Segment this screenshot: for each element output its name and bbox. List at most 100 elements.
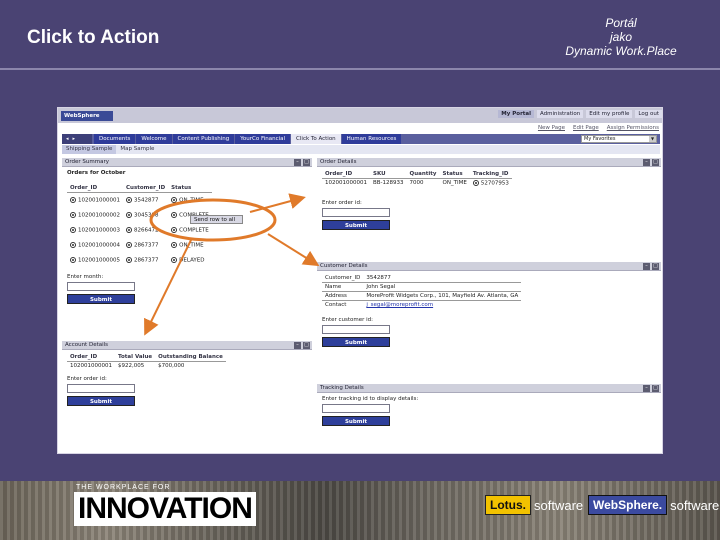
status-cell: DELAYED (179, 257, 205, 264)
table-header-row: Order_ID Customer_ID Status (67, 184, 212, 193)
tab-click-to-action[interactable]: Click To Action (291, 134, 341, 144)
action-icon[interactable] (171, 241, 178, 248)
order-id-cell: 102001000001 (78, 197, 120, 204)
table-header-row: Order_ID SKU Quantity Status Tracking_ID (322, 170, 512, 179)
email-link[interactable]: j_segal@moreprofit.com (366, 302, 433, 308)
customer-details-portlet: Customer Details – □ Customer_ID 3542877 … (317, 262, 661, 372)
customer-id-cell: 3542877 (134, 197, 159, 204)
tab-yourco-financial[interactable]: YourCo Financial (235, 134, 291, 144)
portlet-controls: – □ (643, 385, 659, 392)
action-icon[interactable] (70, 226, 76, 233)
portal-masthead: WebSphere Portal My Portal Administratio… (58, 108, 662, 129)
my-portal-link[interactable]: My Portal (498, 110, 535, 118)
edit-page-link[interactable]: Edit Page (573, 125, 599, 131)
software-label: software (670, 497, 720, 513)
portlet-controls: – □ (294, 342, 310, 349)
chevron-down-icon: ▼ (649, 136, 656, 142)
submit-button[interactable]: Submit (322, 416, 390, 426)
month-input[interactable] (67, 281, 135, 291)
customer-id-cell: 8266472 (134, 227, 159, 234)
tab-documents[interactable]: Documents (94, 134, 136, 144)
minimize-icon[interactable]: – (294, 159, 301, 166)
tab-scroll-arrows[interactable]: ◂▸ (62, 134, 92, 144)
orders-heading: Orders for October (67, 170, 126, 176)
customer-id-cell: 2867377 (134, 257, 159, 264)
action-icon[interactable] (472, 180, 479, 186)
send-row-menu-item[interactable]: Send row to all (190, 215, 243, 224)
minimize-icon[interactable]: – (643, 159, 650, 166)
minimize-icon[interactable]: – (294, 342, 301, 349)
tab-welcome[interactable]: Welcome (136, 134, 172, 144)
order-id-input[interactable] (322, 207, 390, 217)
column-header: Outstanding Balance (155, 353, 226, 362)
action-icon[interactable] (70, 241, 76, 248)
maximize-icon[interactable]: □ (303, 342, 310, 349)
submit-button[interactable]: Submit (67, 293, 135, 304)
table-row: Customer_ID 3542877 (322, 274, 522, 283)
submit-button[interactable]: Submit (322, 219, 390, 230)
sub-tab-bar: Shipping Sample Map Sample (62, 145, 660, 154)
action-icon[interactable] (126, 197, 132, 203)
subtab-shipping-sample[interactable]: Shipping Sample (62, 145, 117, 154)
tab-human-resources[interactable]: Human Resources (341, 134, 402, 144)
table-header-row: Order_ID Total Value Outstanding Balance (67, 353, 226, 362)
table-row: 102001000001 BB-128933 7000 ON_TIME 5270… (322, 179, 512, 188)
action-icon[interactable] (171, 211, 178, 218)
action-icon[interactable] (70, 256, 76, 263)
tab-content-publishing[interactable]: Content Publishing (172, 134, 235, 144)
maximize-icon[interactable]: □ (652, 159, 659, 166)
action-icon[interactable] (70, 197, 76, 203)
subtab-map-sample[interactable]: Map Sample (116, 145, 158, 154)
action-icon[interactable] (126, 211, 132, 218)
maximize-icon[interactable]: □ (303, 159, 310, 166)
log-out-link[interactable]: Log out (635, 110, 662, 118)
field-name-cell: Address (325, 293, 347, 299)
order-id-cell: 102001000004 (78, 242, 120, 249)
action-icon[interactable] (171, 197, 178, 203)
portlet-header: Order Summary – □ (62, 158, 312, 167)
customer-id-input[interactable] (322, 325, 390, 334)
action-icon[interactable] (171, 226, 178, 233)
logo-sub-text: Portal (64, 123, 80, 129)
maximize-icon[interactable]: □ (652, 263, 659, 270)
administration-link[interactable]: Administration (537, 110, 584, 118)
status-cell: COMPLETE (179, 227, 209, 234)
favorites-value: My Favorites (584, 136, 616, 142)
order-id-cell: 102001000001 (70, 363, 112, 369)
order-id-cell: 102001000003 (78, 227, 120, 234)
customer-id-cell: 3045388 (134, 212, 159, 219)
portlet-body: Enter tracking id to display details: Su… (317, 393, 661, 429)
customer-id-cell: 2867377 (134, 242, 159, 249)
maximize-icon[interactable]: □ (652, 385, 659, 392)
minimize-icon[interactable]: – (643, 385, 650, 392)
submit-button[interactable]: Submit (67, 396, 135, 406)
portlet-title: Account Details (65, 342, 109, 348)
minimize-icon[interactable]: – (643, 263, 650, 270)
table-row: 102001000005 2867377 DELAYED (67, 253, 212, 268)
submit-button[interactable]: Submit (322, 337, 390, 347)
top-links: My Portal Administration Edit my profile… (498, 110, 662, 118)
order-id-label: Enter order id: (67, 376, 107, 382)
order-summary-portlet: Order Summary – □ Orders for October Orde… (62, 158, 312, 328)
action-icon[interactable] (126, 241, 132, 248)
new-page-link[interactable]: New Page (538, 125, 565, 131)
portlet-body: Customer_ID 3542877 Name John Segal Addr… (317, 271, 661, 350)
portal-screenshot: WebSphere Portal My Portal Administratio… (57, 107, 663, 454)
account-details-portlet: Account Details – □ Order_ID Total Value … (62, 341, 312, 431)
software-label: software (534, 497, 584, 513)
portlet-title: Tracking Details (320, 385, 364, 391)
portlet-header: Account Details – □ (62, 341, 312, 350)
action-icon[interactable] (171, 256, 178, 263)
tracking-id-input[interactable] (322, 404, 390, 413)
tagline: THE WORKPLACE FOR (76, 484, 171, 491)
websphere-portal-logo[interactable]: WebSphere Portal (61, 111, 113, 129)
column-header: Order_ID (67, 353, 115, 362)
assign-permissions-link[interactable]: Assign Permissions (607, 125, 659, 131)
order-id-input[interactable] (67, 384, 135, 393)
favorites-select[interactable]: My Favorites ▼ (581, 135, 657, 143)
action-icon[interactable] (70, 211, 76, 218)
edit-profile-link[interactable]: Edit my profile (586, 110, 633, 118)
action-icon[interactable] (126, 226, 132, 233)
action-icon[interactable] (126, 256, 132, 263)
orders-table: Order_ID Customer_ID Status 102001000001… (67, 184, 212, 268)
